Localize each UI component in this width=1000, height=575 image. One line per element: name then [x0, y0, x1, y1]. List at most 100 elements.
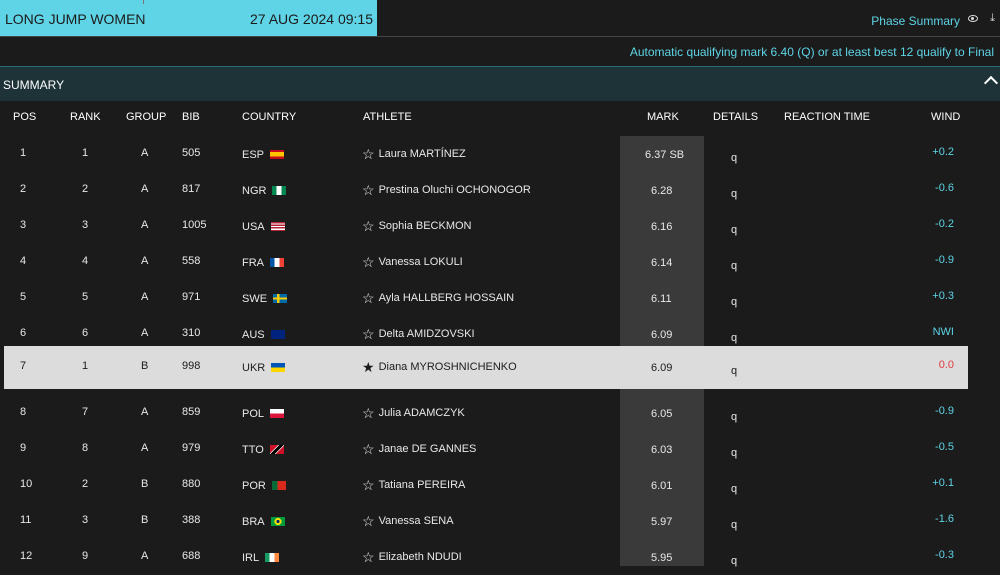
- athlete-name[interactable]: Prestina Oluchi OCHONOGOR: [379, 184, 531, 196]
- athlete-cell[interactable]: ☆ Vanessa LOKULI: [362, 254, 463, 271]
- column-header-group[interactable]: GROUP: [126, 111, 166, 123]
- athlete-name[interactable]: Diana MYROSHNICHENKO: [379, 361, 517, 373]
- wind-cell: 0.0: [938, 359, 954, 371]
- athlete-name[interactable]: Julia ADAMCZYK: [379, 407, 465, 419]
- athlete-name[interactable]: Delta AMIDZOVSKI: [379, 328, 475, 340]
- details-cell: q: [731, 224, 738, 236]
- star-outline-icon[interactable]: ☆: [362, 441, 375, 458]
- column-header-pos[interactable]: POS: [13, 111, 36, 123]
- aus-flag-icon: [270, 330, 285, 339]
- country-cell: BRA: [242, 516, 285, 528]
- athlete-cell[interactable]: ☆ Julia ADAMCZYK: [362, 405, 465, 422]
- download-icon[interactable]: ⤓: [990, 12, 995, 25]
- country-cell: IRL: [242, 552, 280, 564]
- athlete-cell[interactable]: ☆ Laura MARTÍNEZ: [362, 146, 466, 163]
- group-cell: A: [141, 183, 149, 195]
- table-row[interactable]: 1 1 A 505 ESP ☆ Laura MARTÍNEZ 6.37 SB q …: [4, 136, 968, 172]
- chevron-up-icon[interactable]: [983, 75, 999, 91]
- summary-section-header[interactable]: SUMMARY: [0, 66, 1000, 101]
- column-header-mark[interactable]: MARK: [647, 111, 679, 123]
- star-filled-icon[interactable]: ★: [362, 359, 375, 376]
- athlete-cell[interactable]: ☆ Elizabeth NDUDI: [362, 549, 462, 566]
- bib-cell: 688: [182, 550, 201, 562]
- table-row[interactable]: 7 1 B 998 UKR ★ Diana MYROSHNICHENKO 6.09…: [4, 346, 968, 389]
- ukr-flag-icon: [271, 363, 286, 372]
- pos-cell: 3: [20, 219, 27, 231]
- group-cell: B: [141, 514, 149, 526]
- athlete-cell[interactable]: ☆ Vanessa SENA: [362, 513, 454, 530]
- event-title-box: LONG JUMP WOMEN 27 AUG 2024 09:15: [0, 0, 377, 36]
- mark-cell: 6.37 SB: [645, 149, 685, 161]
- details-cell: q: [731, 447, 738, 459]
- bib-cell: 817: [182, 183, 201, 195]
- star-outline-icon[interactable]: ☆: [362, 182, 375, 199]
- details-cell: q: [731, 483, 738, 495]
- athlete-name[interactable]: Janae DE GANNES: [379, 443, 477, 455]
- athlete-name[interactable]: Ayla HALLBERG HOSSAIN: [379, 292, 515, 304]
- pos-cell: 12: [20, 550, 33, 562]
- athlete-cell[interactable]: ☆ Sophia BECKMON: [362, 218, 472, 235]
- country-cell: UKR: [242, 362, 286, 374]
- bib-cell: 971: [182, 291, 201, 303]
- eye-icon[interactable]: [968, 15, 978, 22]
- rank-cell: 3: [82, 514, 89, 526]
- table-row[interactable]: 5 5 A 971 SWE ☆ Ayla HALLBERG HOSSAIN 6.1…: [4, 280, 968, 316]
- rank-cell: 1: [82, 360, 89, 372]
- athlete-name[interactable]: Tatiana PEREIRA: [379, 479, 466, 491]
- athlete-name[interactable]: Laura MARTÍNEZ: [379, 148, 466, 160]
- athlete-name[interactable]: Vanessa SENA: [379, 515, 454, 527]
- table-row[interactable]: 9 8 A 979 TTO ☆ Janae DE GANNES 6.03 q -0…: [4, 431, 968, 467]
- rank-cell: 8: [82, 442, 89, 454]
- pos-cell: 11: [20, 514, 32, 526]
- column-header-details[interactable]: DETAILS: [713, 111, 758, 123]
- star-outline-icon[interactable]: ☆: [362, 290, 375, 307]
- mark-cell: 6.09: [651, 329, 673, 341]
- star-outline-icon[interactable]: ☆: [362, 477, 375, 494]
- table-row[interactable]: 11 3 B 388 BRA ☆ Vanessa SENA 5.97 q -1.6: [4, 503, 968, 539]
- column-header-rank[interactable]: RANK: [70, 111, 101, 123]
- athlete-cell[interactable]: ☆ Delta AMIDZOVSKI: [362, 326, 475, 343]
- table-row[interactable]: 2 2 A 817 NGR ☆ Prestina Oluchi OCHONOGOR…: [4, 172, 968, 208]
- athlete-name[interactable]: Elizabeth NDUDI: [379, 551, 462, 563]
- athlete-cell[interactable]: ☆ Tatiana PEREIRA: [362, 477, 465, 494]
- bib-cell: 388: [182, 514, 201, 526]
- country-cell: FRA: [242, 257, 284, 269]
- column-header-athlete[interactable]: ATHLETE: [363, 111, 412, 123]
- star-outline-icon[interactable]: ☆: [362, 326, 375, 343]
- star-outline-icon[interactable]: ☆: [362, 218, 375, 235]
- bib-cell: 859: [182, 406, 201, 418]
- country-code: USA: [242, 221, 265, 233]
- athlete-cell[interactable]: ★ Diana MYROSHNICHENKO: [362, 359, 517, 376]
- bib-cell: 1005: [182, 219, 207, 231]
- country-code: FRA: [242, 257, 264, 269]
- group-cell: A: [141, 550, 149, 562]
- wind-cell: +0.2: [932, 146, 954, 158]
- column-header-country[interactable]: COUNTRY: [242, 111, 296, 123]
- phase-summary-link[interactable]: Phase Summary: [871, 14, 960, 28]
- column-header-bib[interactable]: BIB: [182, 111, 200, 123]
- column-header-reaction-time[interactable]: REACTION TIME: [784, 111, 870, 123]
- athlete-cell[interactable]: ☆ Prestina Oluchi OCHONOGOR: [362, 182, 531, 199]
- athlete-cell[interactable]: ☆ Janae DE GANNES: [362, 441, 476, 458]
- table-row[interactable]: 4 4 A 558 FRA ☆ Vanessa LOKULI 6.14 q -0.…: [4, 244, 968, 280]
- star-outline-icon[interactable]: ☆: [362, 513, 375, 530]
- rank-cell: 7: [82, 406, 89, 418]
- table-row[interactable]: 3 3 A 1005 USA ☆ Sophia BECKMON 6.16 q -0…: [4, 208, 968, 244]
- star-outline-icon[interactable]: ☆: [362, 146, 375, 163]
- star-outline-icon[interactable]: ☆: [362, 254, 375, 271]
- country-code: ESP: [242, 149, 265, 161]
- athlete-name[interactable]: Vanessa LOKULI: [379, 256, 463, 268]
- table-row[interactable]: 12 9 A 688 IRL ☆ Elizabeth NDUDI 5.95 q -…: [4, 539, 968, 575]
- table-row[interactable]: 8 7 A 859 POL ☆ Julia ADAMCZYK 6.05 q -0.…: [4, 395, 968, 431]
- table-row[interactable]: 10 2 B 880 POR ☆ Tatiana PEREIRA 6.01 q +…: [4, 467, 968, 503]
- athlete-name[interactable]: Sophia BECKMON: [379, 220, 472, 232]
- country-code: POR: [242, 480, 266, 492]
- group-cell: A: [141, 406, 149, 418]
- mark-cell: 6.16: [651, 221, 673, 233]
- star-outline-icon[interactable]: ☆: [362, 549, 375, 566]
- column-header-wind[interactable]: WIND: [931, 111, 960, 123]
- athlete-cell[interactable]: ☆ Ayla HALLBERG HOSSAIN: [362, 290, 514, 307]
- fra-flag-icon: [270, 258, 284, 267]
- country-cell: POR: [242, 480, 286, 492]
- star-outline-icon[interactable]: ☆: [362, 405, 375, 422]
